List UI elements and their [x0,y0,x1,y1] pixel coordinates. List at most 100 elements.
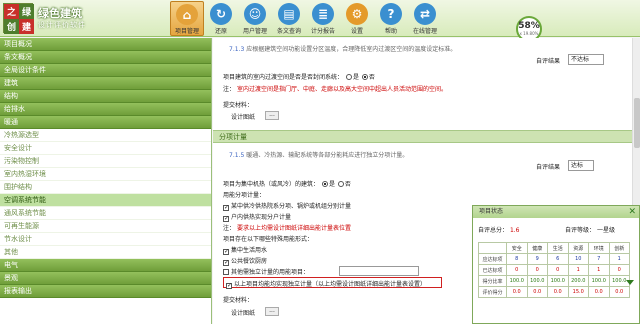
progress-sub: x 19.80% [519,31,539,36]
sidebar-category[interactable]: 报表输出 [0,285,211,298]
row-header: 得分比率 [478,275,507,287]
toolbar-button-label: 设置 [350,28,363,35]
toolbar-button-5[interactable]: ⚙ 设置 [340,1,374,36]
table-cell: 0 [608,264,630,276]
sidebar-item[interactable]: 安全设计 [0,142,211,155]
table-cell: 200.0 [567,275,589,287]
option-label: 以上项目均能均实现独立计量（以上均需设计图纸详细出能计量表设置） [234,281,427,288]
checkbox[interactable]: ✓ [226,283,232,289]
radio-yes[interactable] [321,181,328,187]
table-cell: 100.0 [526,275,548,287]
result-label: 自评结果 [536,164,561,171]
browse-button[interactable]: ... [265,111,279,120]
sidebar-category[interactable]: 项目概况 [0,38,211,51]
note-text: 要求以上均需设计图纸详细出能计量表位置 [236,225,351,232]
app-subtitle: 设计评价软件 [38,21,86,29]
app-title: 绿色建筑 [38,7,82,20]
sidebar-category[interactable]: 建筑 [0,77,211,90]
toolbar-button-2[interactable]: ☺ 用户管理 [238,1,272,36]
toolbar-button-6[interactable]: ? 帮助 [374,1,408,36]
sidebar-item[interactable]: 通风系统节能 [0,207,211,220]
level-value: 一星级 [596,227,615,234]
app-logo: 之 绿 创 建 [3,3,34,34]
radio-no-label: 否 [344,181,351,188]
online-icon: ⇄ [414,3,436,25]
toolbar-button-label: 还原 [214,28,227,35]
note-line: 注： 室内过渡空间是指门厅、中庭、走廊以及高大空间中超出人员活动范围的空间。 [223,84,447,93]
sidebar-item[interactable]: 其他 [0,246,211,259]
toolbar-button-label: 项目管理 [174,28,199,35]
option-label: 户内供热实现分户计量 [231,214,292,221]
home-icon: ⌂ [176,4,198,25]
column-header: 生活 [547,242,569,254]
row-header: 已达标项 [478,264,507,276]
sidebar-item[interactable]: 污染物控制 [0,155,211,168]
table-cell: 0 [526,264,548,276]
browse-button[interactable]: ... [265,307,279,316]
self-score: 自评总分： 1.6 [478,225,519,234]
sidebar-category[interactable]: 全局设计条件 [0,64,211,77]
checkbox[interactable]: ✓ [223,260,229,266]
radio-yes[interactable] [345,74,352,80]
triangle-down-icon[interactable] [626,280,634,285]
sidebar-category[interactable]: 景观 [0,272,211,285]
other-project-input[interactable] [339,266,419,276]
checkbox[interactable]: ✓ [223,205,229,211]
scroll-thumb[interactable] [634,98,640,148]
report-icon: ≣ [312,3,334,25]
logo-char: 之 [4,4,19,19]
question-metering: 用能分项计量： [223,192,266,199]
item-7-1-3: 7.1.3 应根据建筑空间功能设置分区温度，合理降低室内过渡区空间的温度设定标准… [229,44,456,53]
table-cell: 15.0 [567,286,589,298]
column-header: 环境 [588,242,610,254]
toolbar-button-0[interactable]: ⌂ 项目管理 [170,1,204,36]
table-cell: 7 [588,253,610,265]
help-icon: ? [380,3,402,25]
column-header: 健康 [526,242,548,254]
sidebar-item[interactable]: 冷热源选型 [0,129,211,142]
radio-no[interactable] [337,181,344,187]
clause-text: 应根据建筑空间功能设置分区温度，合理降低室内过渡区空间的温度设定标准。 [246,46,457,53]
score-value: 1.6 [509,227,520,234]
result-field[interactable]: 不达标 [568,54,604,65]
table-cell: 6 [547,253,569,265]
option-label: 公共餐饮厨房 [231,258,268,265]
panel-title-bar: 项目状态 ✕ [473,206,639,218]
option-label: 集中生活用水 [231,247,268,254]
sidebar-item[interactable]: 室内热湿环境 [0,168,211,181]
option-row: ✓ 以上项目均能均实现独立计量（以上均需设计图纸详细出能计量表设置） [226,279,426,289]
checkbox[interactable]: ✓ [223,216,229,222]
self-level: 自评等级： 一星级 [565,225,615,234]
sidebar-item-selected[interactable]: 空调系统节能 [0,194,211,207]
clause-number[interactable]: 7.1.3 [229,46,244,53]
option-row: ✓ 某中供冷供热院系分项、锅炉或机组分别计量 [223,201,351,211]
column-header: 安全 [506,242,528,254]
design-drawing-label: 设计图纸 [231,310,256,317]
table-cell: 0 [506,264,528,276]
sidebar-category[interactable]: 给排水 [0,103,211,116]
sidebar-item[interactable]: 节水设计 [0,233,211,246]
table-cell: 0.0 [588,286,610,298]
question-text: 项目为集中机热（或风冷）的建筑： [223,181,320,188]
toolbar-button-label: 计分报告 [310,28,335,35]
radio-no[interactable] [361,74,368,80]
sidebar-item[interactable]: 围护结构 [0,181,211,194]
checkbox[interactable]: ✓ [223,249,229,255]
question-closed-system: 项目建筑的室内过渡空间是否是否封闭系统： 是 否 [223,72,375,81]
project-status-panel: 项目状态 ✕ 自评总分： 1.6 自评等级： 一星级 安全 健康 生活 资源 环境 创新 … [472,205,640,324]
toolbar-button-3[interactable]: ▤ 条文查询 [272,1,306,36]
sidebar-category[interactable]: 结构 [0,90,211,103]
sidebar-category[interactable]: 暖通 [0,116,211,129]
close-icon[interactable]: ✕ [628,206,636,218]
sidebar-category[interactable]: 电气 [0,259,211,272]
toolbar-button-7[interactable]: ⇄ 在线管理 [408,1,442,36]
toolbar-button-1[interactable]: ↻ 还原 [204,1,238,36]
clause-number[interactable]: 7.1.5 [229,152,244,159]
result-field[interactable]: 达标 [568,160,594,171]
section-header: 分项计量 [213,130,632,143]
toolbar-button-4[interactable]: ≣ 计分报告 [306,1,340,36]
sidebar-category[interactable]: 条文概况 [0,51,211,64]
sidebar-item[interactable]: 可再生能源 [0,220,211,233]
checkbox[interactable] [223,269,229,275]
progress-percent: 58% [518,21,540,31]
